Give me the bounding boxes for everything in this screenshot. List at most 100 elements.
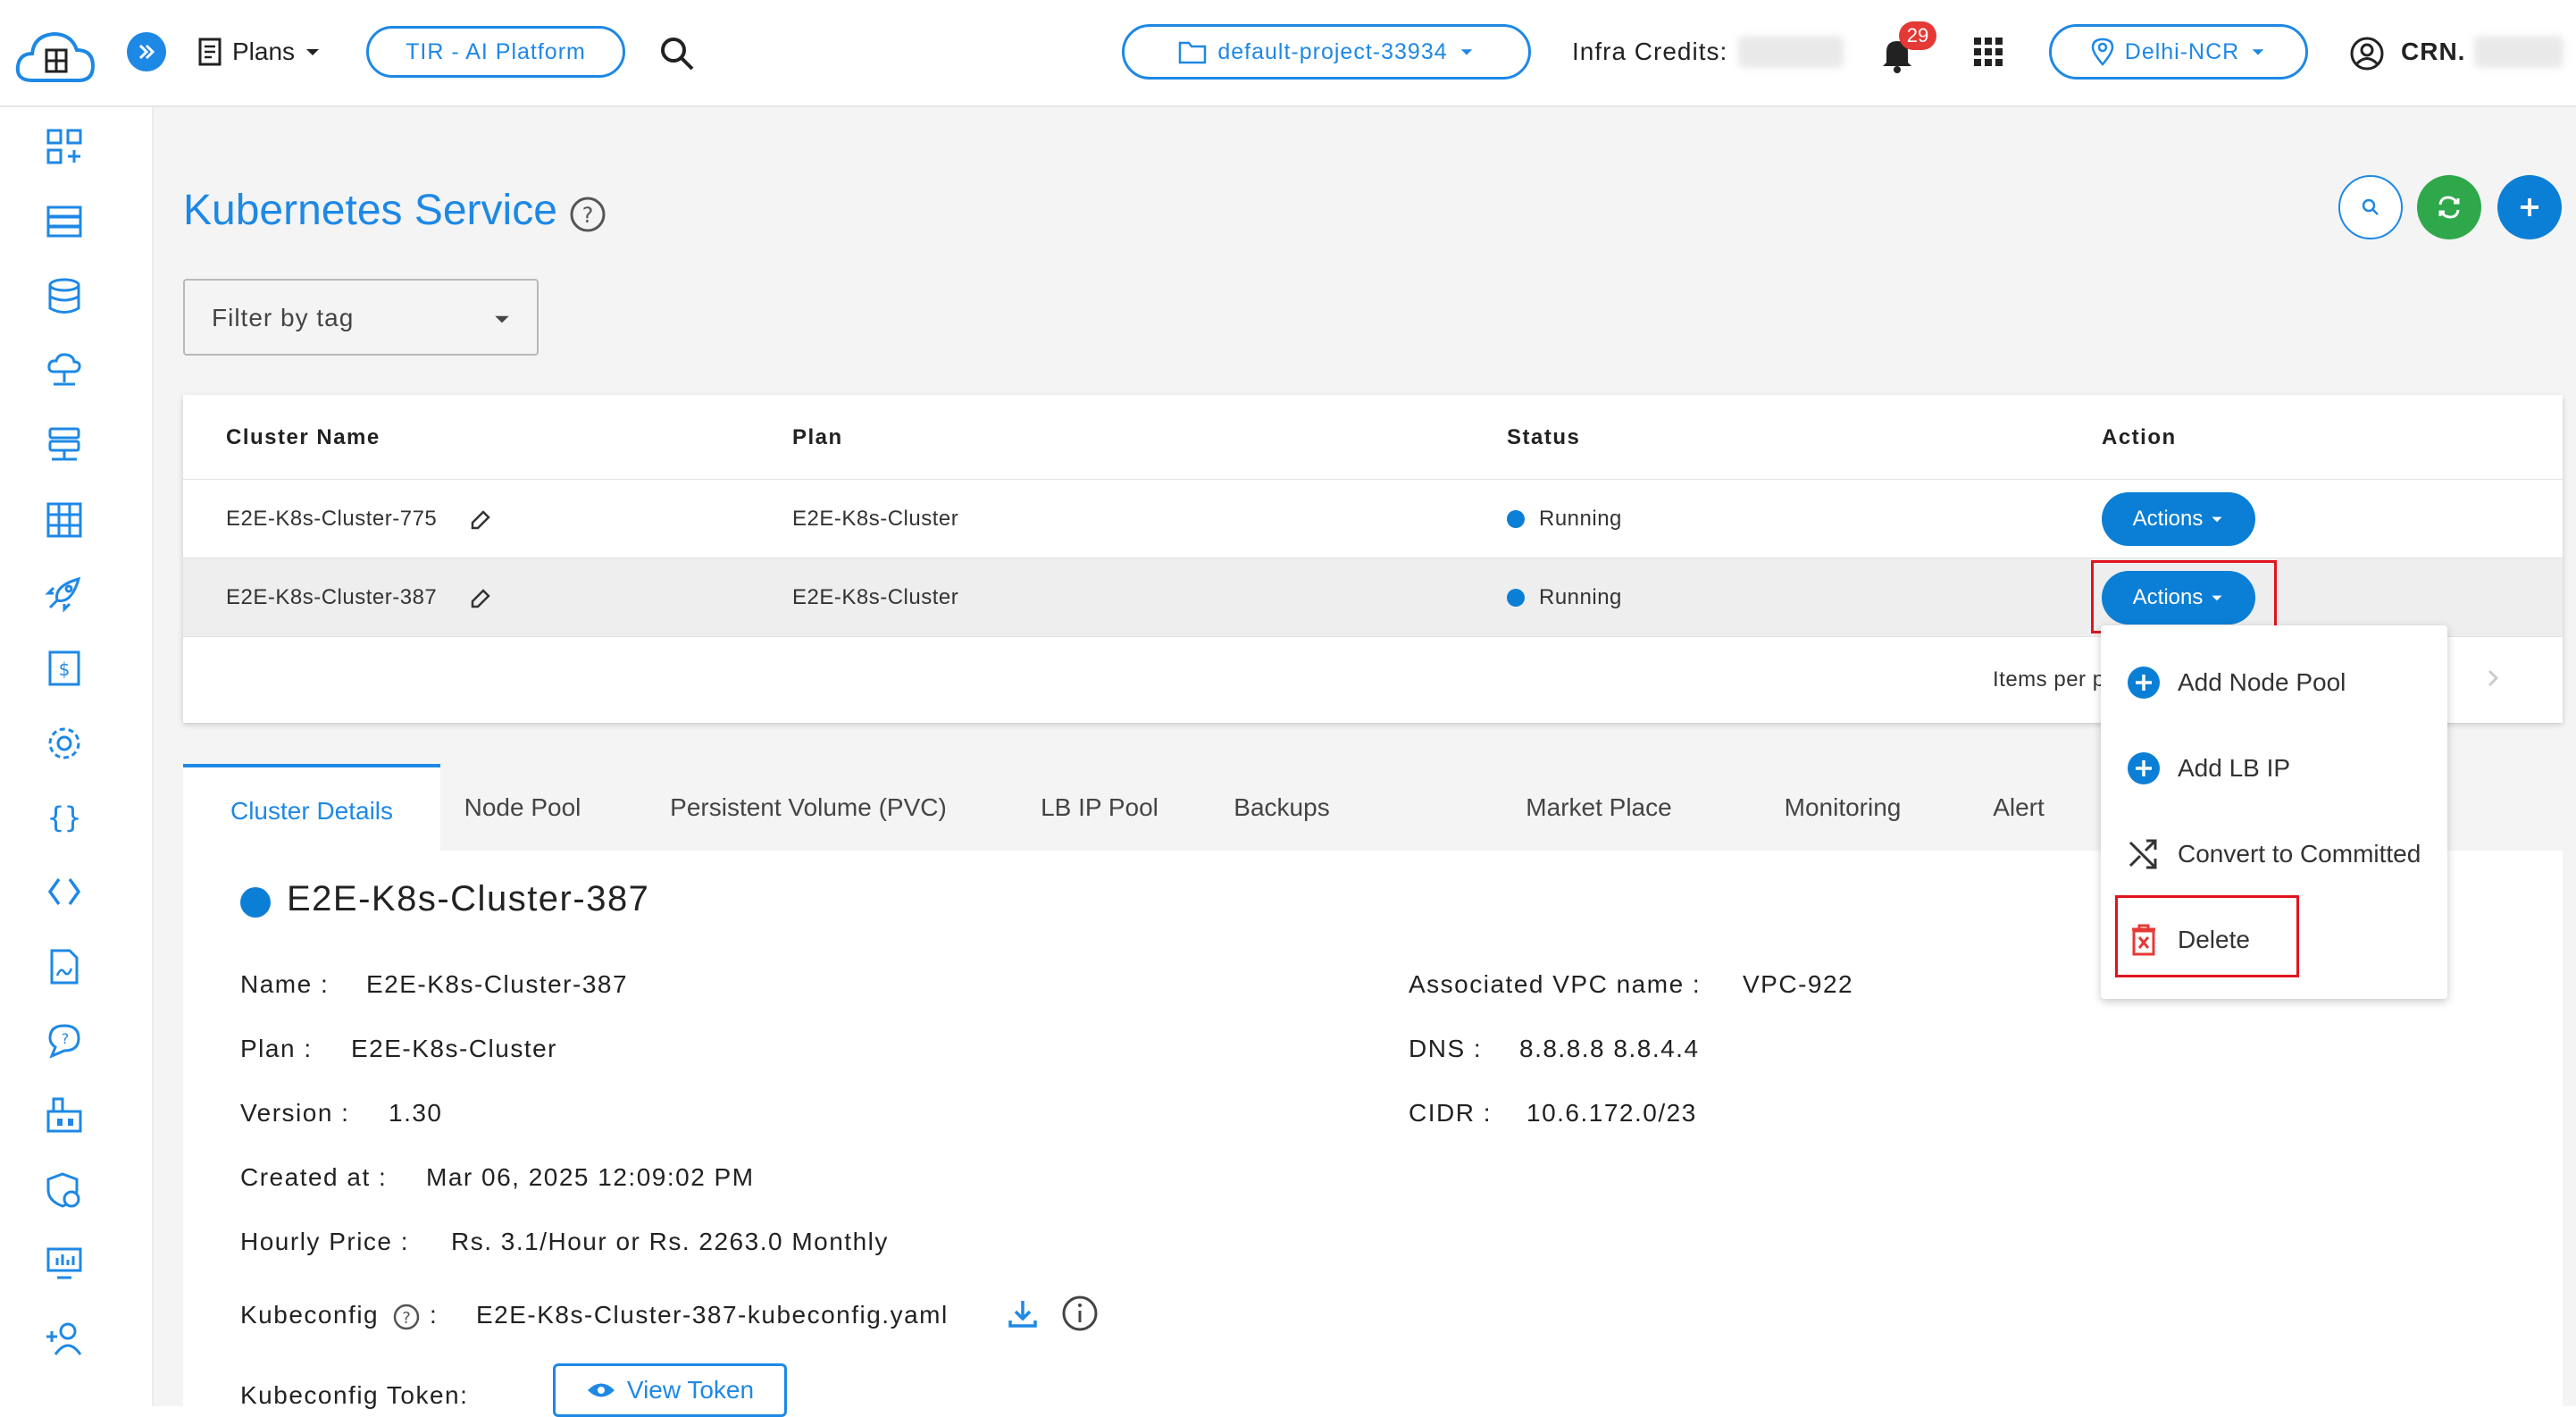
tab-label: Monitoring: [1784, 792, 1902, 821]
servers-icon[interactable]: [45, 202, 84, 241]
name-label: Name :: [240, 970, 330, 998]
plan-cell: E2E-K8s-Cluster: [792, 507, 959, 531]
info-icon[interactable]: [1060, 1294, 1100, 1333]
kubeconfig-label: Kubeconfig: [240, 1301, 380, 1329]
tir-ai-platform-button[interactable]: TIR - AI Platform: [366, 26, 625, 78]
settings-icon[interactable]: [45, 724, 84, 763]
highlight-box: [2115, 895, 2299, 977]
tab-label: Backups: [1234, 792, 1330, 821]
actions-button[interactable]: Actions: [2102, 492, 2255, 546]
menu-item-add-lb-ip[interactable]: Add LB IP: [2126, 742, 2290, 795]
status-dot: [240, 887, 271, 918]
hourly-price-label: Hourly Price :: [240, 1228, 410, 1255]
database-icon[interactable]: [45, 277, 84, 316]
edit-icon[interactable]: [467, 585, 494, 612]
caret-down-icon: [2212, 516, 2222, 523]
infra-credits-label: Infra Credits:: [1572, 38, 1728, 65]
tab-backups[interactable]: Backups: [1219, 764, 1344, 851]
security-icon[interactable]: [45, 1170, 84, 1210]
actions-label: Actions: [2132, 507, 2204, 531]
edit-icon[interactable]: [467, 507, 494, 533]
tab-label: Alert: [1993, 792, 2045, 821]
plan-cell: E2E-K8s-Cluster: [792, 585, 959, 609]
tab-persistent-volume[interactable]: Persistent Volume (PVC): [665, 764, 951, 851]
kubeconfig-token-label: Kubeconfig Token:: [240, 1381, 469, 1409]
cloud-network-icon[interactable]: [45, 350, 84, 390]
caret-down-icon: [306, 49, 320, 55]
tab-label: Cluster Details: [230, 796, 394, 825]
created-value: Mar 06, 2025 12:09:02 PM: [426, 1163, 755, 1191]
table-row[interactable]: E2E-K8s-Cluster-775 E2E-K8s-Cluster Runn…: [183, 479, 2563, 558]
menu-item-label: Add LB IP: [2178, 754, 2291, 782]
filter-by-tag-select[interactable]: Filter by tag: [183, 279, 539, 356]
tab-market-place[interactable]: Market Place: [1514, 764, 1684, 851]
top-bar: Plans TIR - AI Platform default-project-…: [0, 0, 2576, 107]
cidr-label: CIDR :: [1409, 1099, 1492, 1127]
tab-cluster-details[interactable]: Cluster Details: [183, 764, 440, 851]
svg-text:?: ?: [402, 1309, 411, 1328]
caret-down-icon: [495, 315, 509, 323]
help-icon[interactable]: ?: [392, 1303, 421, 1331]
billing-icon[interactable]: $: [45, 649, 84, 688]
help-icon[interactable]: ?: [568, 195, 607, 234]
chat-icon[interactable]: ?: [45, 1020, 84, 1060]
code-icon[interactable]: [45, 872, 84, 911]
crn-value-redacted: [2474, 36, 2563, 68]
expand-sidebar-button[interactable]: [127, 32, 166, 71]
header-status: Status: [1507, 425, 1581, 449]
cluster-name-cell[interactable]: E2E-K8s-Cluster-387: [226, 585, 437, 610]
plus-circle-icon: [2128, 667, 2160, 699]
sidebar: $ {} ?: [0, 107, 154, 1406]
svg-text:?: ?: [62, 1030, 70, 1047]
eye-icon: [587, 1383, 615, 1397]
status-dot: [1507, 589, 1525, 607]
download-icon[interactable]: [1005, 1295, 1041, 1331]
region-selector[interactable]: Delhi-NCR: [2049, 24, 2308, 80]
account-icon[interactable]: [2349, 36, 2385, 71]
document-icon[interactable]: [45, 947, 84, 986]
refresh-button[interactable]: [2417, 175, 2481, 239]
cluster-title: E2E-K8s-Cluster-387: [287, 879, 650, 918]
cidr-value: 10.6.172.0/23: [1526, 1099, 1697, 1127]
chevron-right-icon[interactable]: [2482, 667, 2504, 689]
search-icon[interactable]: [657, 34, 697, 73]
crn-label: CRN.: [2401, 38, 2466, 65]
add-user-icon[interactable]: [45, 1319, 84, 1358]
tab-label: Node Pool: [464, 792, 581, 821]
grid-icon[interactable]: [45, 500, 84, 540]
status-cell: Running: [1539, 507, 1622, 531]
menu-item-add-node-pool[interactable]: Add Node Pool: [2126, 656, 2346, 709]
e2e-cloud-logo[interactable]: [13, 27, 98, 89]
apps-grid-icon[interactable]: [1972, 36, 2004, 68]
dashboard-icon[interactable]: [45, 127, 84, 166]
page-title-text: Kubernetes Service: [183, 187, 557, 234]
menu-item-convert-to-committed[interactable]: Convert to Committed: [2126, 827, 2421, 881]
cluster-name-cell[interactable]: E2E-K8s-Cluster-775: [226, 507, 437, 532]
svg-text:{}: {}: [47, 801, 82, 834]
receipt-icon: [198, 38, 222, 66]
infra-credits-value-redacted: [1738, 36, 1844, 68]
search-clusters-button[interactable]: [2338, 175, 2403, 239]
notification-count: 29: [1906, 24, 1929, 46]
monitor-icon[interactable]: [45, 1244, 84, 1283]
project-selector[interactable]: default-project-33934: [1122, 24, 1531, 80]
view-token-button[interactable]: View Token: [553, 1363, 787, 1417]
storage-icon[interactable]: [45, 425, 84, 465]
tab-node-pool[interactable]: Node Pool: [451, 764, 594, 851]
kubeconfig-colon: :: [430, 1301, 439, 1329]
add-cluster-button[interactable]: [2497, 175, 2562, 239]
rocket-icon[interactable]: [45, 574, 84, 613]
marketplace-icon[interactable]: [45, 1095, 84, 1135]
hourly-price-value: Rs. 3.1/Hour or Rs. 2263.0 Monthly: [451, 1228, 889, 1255]
plans-menu[interactable]: Plans: [195, 32, 322, 71]
plus-icon: [2521, 198, 2538, 216]
filter-placeholder: Filter by tag: [212, 304, 355, 331]
tab-alert[interactable]: Alert: [1970, 764, 2068, 851]
tab-monitoring[interactable]: Monitoring: [1762, 764, 1923, 851]
tab-lb-ip-pool[interactable]: LB IP Pool: [1028, 764, 1171, 851]
tir-label: TIR - AI Platform: [406, 38, 586, 64]
tab-label: Persistent Volume (PVC): [670, 792, 947, 821]
braces-icon[interactable]: {}: [45, 797, 84, 836]
status-cell: Running: [1539, 585, 1622, 609]
header-cluster-name: Cluster Name: [226, 425, 381, 449]
